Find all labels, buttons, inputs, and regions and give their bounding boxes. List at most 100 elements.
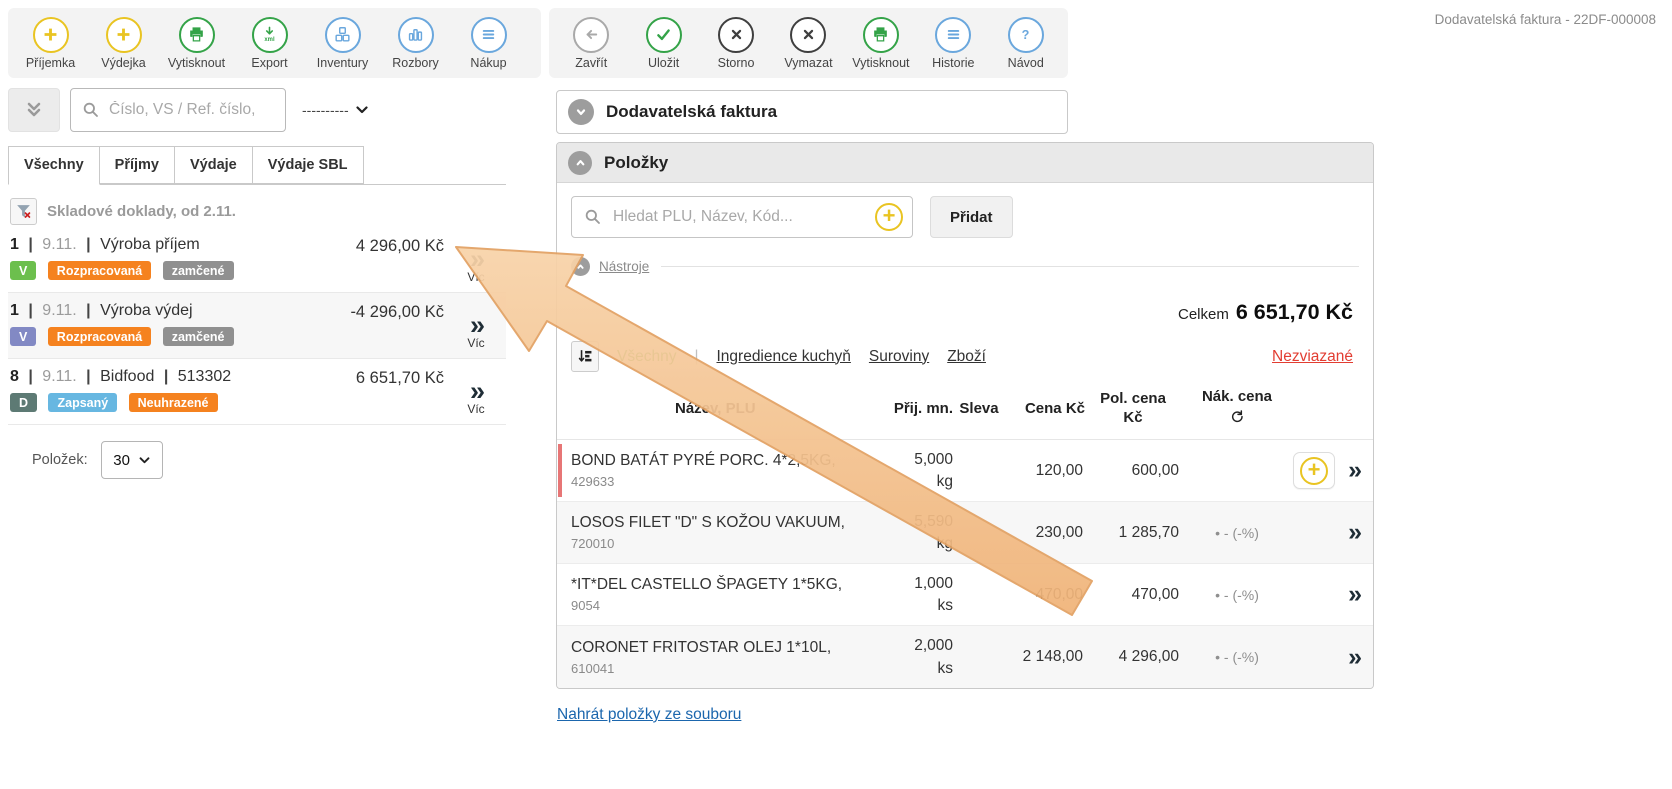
- category-ingredience[interactable]: Ingredience kuchyň: [716, 348, 850, 366]
- clear-filter-button[interactable]: [10, 198, 37, 225]
- nakup-button[interactable]: Nákup: [452, 17, 525, 70]
- doc-more-button[interactable]: » Víc: [450, 368, 502, 416]
- tab-vydaje[interactable]: Výdaje: [175, 146, 253, 184]
- item-row[interactable]: *IT*DEL CASTELLO ŠPAGETY 1*5KG,9054 1,00…: [557, 564, 1373, 626]
- add-item-button[interactable]: Přidat: [930, 196, 1013, 238]
- filter-summary: Skladové doklady, od 2.11.: [47, 203, 236, 220]
- item-purchase-price: • - (-%): [1181, 649, 1293, 665]
- item-line-price: 1 285,70: [1085, 524, 1181, 542]
- col-discount-header[interactable]: Sleva: [953, 400, 1005, 417]
- tab-vsechny[interactable]: Všechny: [8, 146, 100, 185]
- history-button[interactable]: Historie: [917, 17, 989, 70]
- col-price-header[interactable]: Cena Kč: [1005, 400, 1085, 417]
- print-record-button[interactable]: Vytisknout: [845, 17, 917, 70]
- quick-add-icon[interactable]: +: [875, 203, 903, 231]
- category-nezviazane[interactable]: Nezviazané: [1272, 348, 1353, 366]
- items-table-header: Název, PLU Přij. mn. Sleva Cena Kč Pol. …: [557, 380, 1373, 440]
- prijemka-label: Příjemka: [26, 56, 75, 70]
- document-tabs: Všechny Příjmy Výdaje Výdaje SBL: [8, 146, 506, 185]
- nakup-label: Nákup: [470, 56, 506, 70]
- inventury-button[interactable]: Inventury: [306, 17, 379, 70]
- x-icon: [790, 17, 826, 53]
- item-search-input[interactable]: [613, 208, 865, 226]
- add-purchase-price-button[interactable]: +: [1293, 452, 1335, 489]
- item-unit-price: 2 148,00: [1005, 648, 1085, 666]
- item-name: BOND BATÁT PYRÉ PORC. 4*2,5KG,: [571, 452, 867, 470]
- upload-items-link[interactable]: Nahrát položky ze souboru: [557, 706, 741, 724]
- double-chevron-down-icon: [21, 97, 47, 123]
- document-reference: Dodavatelská faktura - 22DF-000008: [1435, 12, 1656, 27]
- page-size-value: 30: [113, 452, 130, 469]
- print-button[interactable]: Vytisknout: [160, 17, 233, 70]
- col-name-header[interactable]: Název, PLU: [571, 400, 867, 417]
- document-row[interactable]: 1 | 9.11. | Výroba výdej V Rozpracovaná …: [8, 293, 506, 359]
- search-icon: [81, 100, 101, 120]
- category-all[interactable]: Všechny: [617, 348, 676, 366]
- chevron-up-circle-icon[interactable]: [571, 257, 590, 276]
- item-row[interactable]: BOND BATÁT PYRÉ PORC. 4*2,5KG,429633 5,0…: [557, 440, 1373, 502]
- export-button[interactable]: xml Export: [233, 17, 306, 70]
- chevron-down-circle-icon[interactable]: [568, 99, 594, 125]
- item-row[interactable]: CORONET FRITOSTAR OLEJ 1*10L,610041 2,00…: [557, 626, 1373, 688]
- document-filter-dropdown[interactable]: ----------: [302, 102, 368, 118]
- tab-prijmy[interactable]: Příjmy: [100, 146, 175, 184]
- item-detail-button[interactable]: »: [1339, 458, 1359, 483]
- tools-link[interactable]: Nástroje: [599, 259, 649, 274]
- item-detail-button[interactable]: »: [1339, 645, 1359, 670]
- item-plu: 9054: [571, 598, 867, 613]
- delete-button[interactable]: Vymazat: [772, 17, 844, 70]
- menu-lines-icon: [471, 17, 507, 53]
- category-suroviny[interactable]: Suroviny: [869, 348, 929, 366]
- item-detail-button[interactable]: »: [1339, 582, 1359, 607]
- save-button[interactable]: Uložit: [627, 17, 699, 70]
- chevron-up-circle-icon[interactable]: [568, 151, 592, 175]
- svg-text:xml: xml: [264, 37, 275, 43]
- invoice-header-section[interactable]: Dodavatelská faktura: [556, 90, 1068, 134]
- item-unit: kg: [867, 535, 953, 553]
- item-detail-button[interactable]: »: [1339, 520, 1359, 545]
- doc-more-button[interactable]: » Víc: [450, 302, 502, 350]
- item-row[interactable]: LOSOS FILET "D" S KOŽOU VAKUUM,720010 5,…: [557, 502, 1373, 564]
- item-unit-price: 470,00: [1005, 586, 1085, 604]
- type-badge: V: [10, 261, 36, 280]
- col-line-price-header[interactable]: Pol. cena Kč: [1085, 390, 1181, 428]
- items-section-header[interactable]: Položky: [557, 143, 1373, 183]
- toolbar-document-actions: Příjemka Výdejka Vytisknout xml Export I…: [8, 8, 541, 78]
- sort-button[interactable]: [571, 341, 599, 372]
- doc-more-button[interactable]: » Víc: [450, 236, 502, 284]
- vydejka-label: Výdejka: [101, 56, 145, 70]
- help-button[interactable]: ? Návod: [990, 17, 1062, 70]
- close-label: Zavřít: [575, 56, 607, 70]
- document-row[interactable]: 8 | 9.11. | Bidfood | 513302 D Zapsaný N…: [8, 359, 506, 425]
- item-unit-price: 230,00: [1005, 524, 1085, 542]
- tab-vydaje-sbl[interactable]: Výdaje SBL: [253, 146, 364, 184]
- col-purchase-price-header[interactable]: Nák. cena: [1181, 388, 1293, 429]
- type-badge: D: [10, 393, 37, 412]
- document-search-input[interactable]: [109, 101, 261, 119]
- close-button[interactable]: Zavřít: [555, 17, 627, 70]
- total-value: 6 651,70 Kč: [1236, 300, 1353, 324]
- check-icon: [646, 17, 682, 53]
- prijemka-button[interactable]: Příjemka: [14, 17, 87, 70]
- refresh-icon[interactable]: [1229, 408, 1245, 424]
- category-filter-row: Všechny | Ingredience kuchyň Suroviny Zb…: [557, 329, 1373, 378]
- item-plu: 610041: [571, 661, 867, 676]
- expand-search-button[interactable]: [8, 88, 60, 132]
- question-icon: ?: [1008, 17, 1044, 53]
- document-row[interactable]: 1 | 9.11. | Výroba příjem V Rozpracovaná…: [8, 227, 506, 293]
- col-qty-header[interactable]: Přij. mn.: [867, 400, 953, 417]
- document-search-box: [70, 88, 286, 132]
- doc-number: 8: [10, 368, 19, 385]
- rozbory-button[interactable]: Rozbory: [379, 17, 452, 70]
- storno-button[interactable]: Storno: [700, 17, 772, 70]
- page-size-select[interactable]: 30: [101, 441, 163, 479]
- item-qty: 1,000: [867, 575, 953, 593]
- category-zbozi[interactable]: Zboží: [947, 348, 986, 366]
- document-filter-value: ----------: [302, 102, 349, 118]
- vydejka-button[interactable]: Výdejka: [87, 17, 160, 70]
- x-icon: [718, 17, 754, 53]
- doc-number: 1: [10, 302, 19, 319]
- doc-external-ref: 513302: [178, 368, 231, 385]
- doc-date: 9.11.: [42, 236, 76, 253]
- item-line-price: 4 296,00: [1085, 648, 1181, 666]
